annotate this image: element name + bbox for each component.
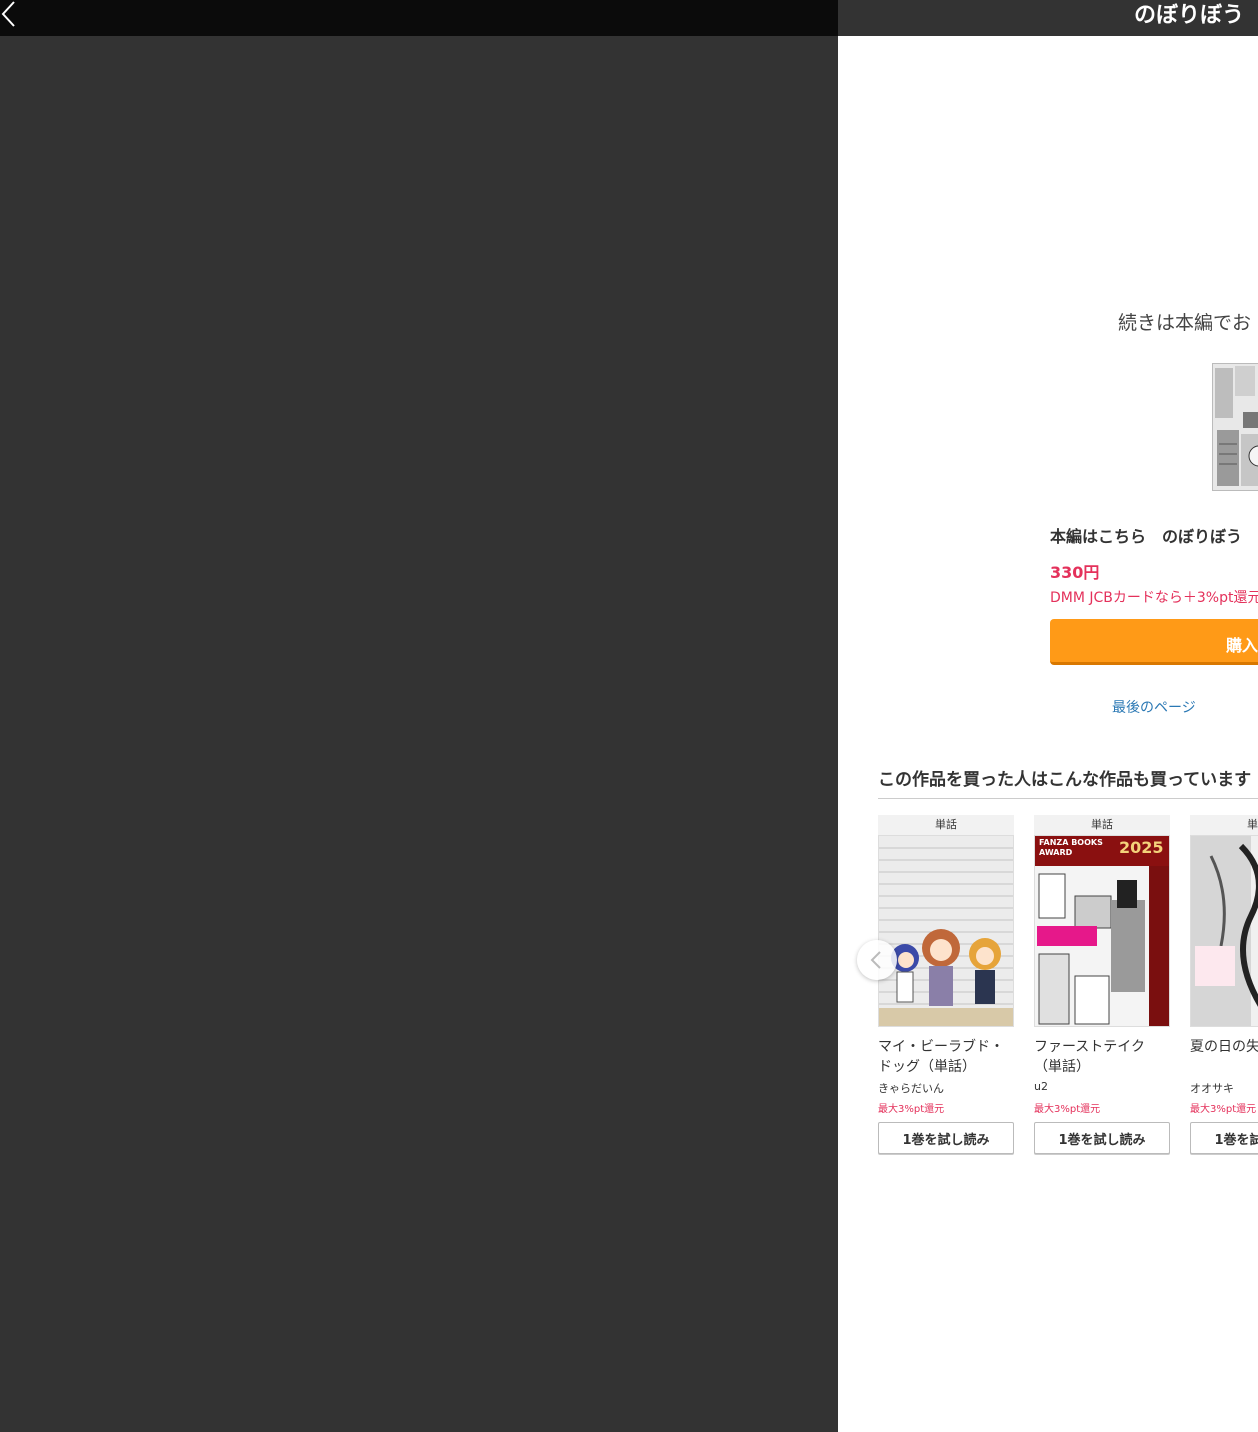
product-title[interactable]: 本編はこちら のぼりぼう bbox=[1050, 523, 1242, 547]
format-badge: 単話 bbox=[1034, 815, 1170, 835]
recommendation-title[interactable]: ファーストテイク （単話） bbox=[1034, 1037, 1170, 1077]
chevron-left-icon bbox=[870, 951, 881, 969]
chevron-left-icon bbox=[1, 1, 15, 27]
page-title: のぼりぼう bbox=[1133, 3, 1244, 28]
point-rate: 最大3%pt還元 bbox=[1034, 1104, 1101, 1115]
title-line: ファーストテイク bbox=[1034, 1039, 1146, 1055]
trial-read-button[interactable]: 1巻を試し読み bbox=[1190, 1122, 1258, 1154]
recommendation-thumbnail[interactable] bbox=[1190, 835, 1258, 1027]
title-line: 夏の日の失 bbox=[1190, 1039, 1258, 1055]
viewer-canvas[interactable] bbox=[0, 36, 838, 1432]
summer-cover-art bbox=[1191, 836, 1258, 1026]
trial-read-button[interactable]: 1巻を試し読み bbox=[878, 1122, 1014, 1154]
award-badge-label: FANZA BOOKS AWARD bbox=[1039, 838, 1103, 857]
recommendation-thumbnail[interactable]: FANZA BOOKS AWARD 2025 bbox=[1034, 835, 1170, 1027]
end-of-sample-panel: 続きは本編でお 本編はこちら のぼりぼう 330円 DMM JCBカードなら＋3… bbox=[838, 36, 1258, 1432]
point-return-note: DMM JCBカードなら＋3%pt還元 bbox=[1050, 590, 1258, 606]
author-name[interactable]: きゃらだいん bbox=[878, 1080, 1014, 1096]
recommendation-title[interactable]: 夏の日の失 bbox=[1190, 1037, 1258, 1077]
point-rate: 最大3%pt還元 bbox=[1190, 1104, 1257, 1115]
last-page-link[interactable]: 最後のページ bbox=[1112, 697, 1196, 717]
recommendation-card[interactable]: 単話 夏の日の失 オオサキ 最大3%pt還元 1巻を試し読み bbox=[1190, 815, 1258, 1154]
format-badge: 単話 bbox=[878, 815, 1014, 835]
title-line: （単話） bbox=[1034, 1059, 1090, 1075]
carousel-prev-button[interactable] bbox=[857, 940, 897, 980]
recommendations-heading: この作品を買った人はこんな作品も買っています bbox=[878, 770, 1252, 790]
buy-button[interactable]: 購入 bbox=[1050, 619, 1258, 665]
author-name[interactable]: オオサキ bbox=[1190, 1080, 1258, 1096]
product-cover-image[interactable] bbox=[1212, 363, 1258, 491]
recommendations-carousel: 単話 マイ・ビーラブド・ ドッグ（単話） きゃらだいん 最大3%pt還元 1巻を… bbox=[878, 815, 1258, 1175]
recommendation-card[interactable]: 単話 FANZA BOOKS AWARD 2025 ファーストテイク （単話） … bbox=[1034, 815, 1170, 1154]
continue-message: 続きは本編でお bbox=[1118, 312, 1252, 334]
trial-read-button[interactable]: 1巻を試し読み bbox=[1034, 1122, 1170, 1154]
buy-button-label: 購入 bbox=[1226, 636, 1258, 655]
manga-cover-art bbox=[1213, 364, 1258, 490]
divider bbox=[878, 798, 1258, 799]
chibi-girls-cover-art bbox=[879, 836, 1013, 1026]
back-button[interactable] bbox=[0, 0, 20, 30]
endpage-header: のぼりぼう bbox=[838, 0, 1258, 36]
title-line: マイ・ビーラブド・ bbox=[878, 1039, 1004, 1055]
title-line: ドッグ（単話） bbox=[878, 1059, 976, 1075]
first-take-cover-art bbox=[1035, 836, 1169, 1026]
award-badge-year: 2025 bbox=[1119, 838, 1164, 857]
recommendation-card[interactable]: 単話 マイ・ビーラブド・ ドッグ（単話） きゃらだいん 最大3%pt還元 1巻を… bbox=[878, 815, 1014, 1154]
author-name[interactable]: u2 bbox=[1034, 1080, 1170, 1096]
format-badge: 単話 bbox=[1190, 815, 1258, 835]
recommendation-thumbnail[interactable] bbox=[878, 835, 1014, 1027]
product-price: 330円 bbox=[1050, 563, 1100, 582]
recommendation-title[interactable]: マイ・ビーラブド・ ドッグ（単話） bbox=[878, 1037, 1014, 1077]
point-rate: 最大3%pt還元 bbox=[878, 1104, 945, 1115]
viewer-toolbar bbox=[0, 0, 838, 36]
